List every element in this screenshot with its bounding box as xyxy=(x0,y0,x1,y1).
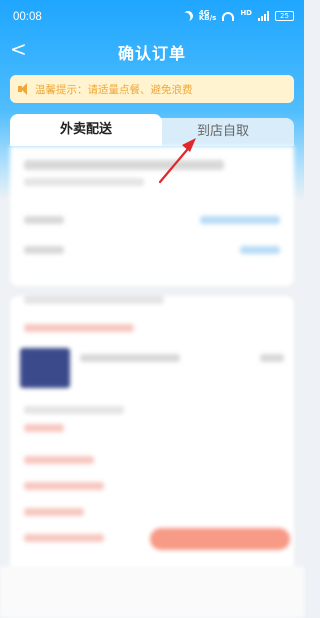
navigation-bar: < 确认订单 xyxy=(0,34,304,68)
page-title: 确认订单 xyxy=(117,44,186,63)
tab-pickup[interactable]: 到店自取 xyxy=(152,118,294,146)
reminder-banner: 温馨提示：请适量点餐、避免浪费 xyxy=(10,75,294,103)
wifi-icon xyxy=(222,11,235,21)
battery-icon: 25 xyxy=(275,11,294,21)
status-icons: 4G KB/s HD 25 xyxy=(181,9,294,23)
address-card-blurred xyxy=(10,146,294,286)
checkout-bar-blurred xyxy=(0,566,304,618)
reminder-text: 温馨提示：请适量点餐、避免浪费 xyxy=(35,83,193,96)
order-items-card-blurred xyxy=(10,296,294,586)
status-bar: 00:08 4G KB/s HD 25 xyxy=(0,0,304,34)
speaker-icon xyxy=(18,83,30,95)
hd-icon: HD xyxy=(240,9,252,17)
signal-icon xyxy=(258,11,269,21)
delivery-mode-tabs: 到店自取 外卖配送 xyxy=(10,114,294,146)
status-time: 00:08 xyxy=(13,11,42,23)
network-speed-icon: 4G KB/s xyxy=(198,9,217,22)
tab-delivery[interactable]: 外卖配送 xyxy=(10,114,162,146)
do-not-disturb-icon xyxy=(181,9,195,23)
